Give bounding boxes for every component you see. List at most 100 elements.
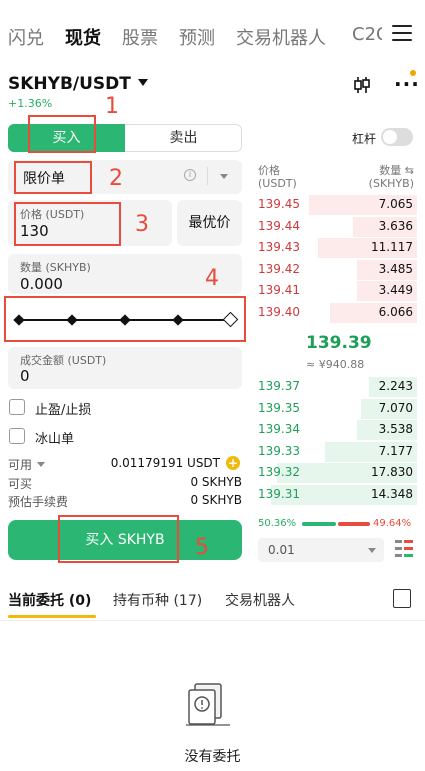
menu-icon[interactable]: [392, 25, 412, 43]
bid-qty: 3.538: [378, 422, 413, 437]
quantity-value[interactable]: 0.000: [20, 275, 63, 293]
deposit-plus-icon[interactable]: +: [226, 456, 240, 470]
candlestick-icon[interactable]: [352, 76, 372, 94]
bid-qty: 2.243: [378, 379, 413, 393]
bid-price: 139.31: [258, 487, 300, 501]
annotation-box-1: [28, 115, 96, 153]
leverage-label: 杠杆: [352, 132, 377, 146]
sell-side-tab[interactable]: 卖出: [125, 124, 242, 152]
can-buy-value: 0 SKHYB: [190, 475, 242, 489]
bid-qty: 14.348: [371, 487, 413, 501]
annotation-label-4: 4: [205, 266, 219, 291]
ask-row[interactable]: 139.43 11.117: [258, 238, 417, 259]
ask-qty: 3.636: [378, 218, 413, 233]
top-tab-bar: 闪兑 现货 股票 预测 交易机器人 C2C: [0, 0, 425, 70]
iceberg-checkbox[interactable]: [9, 428, 25, 444]
quantity-label: 数量 (SKHYB): [20, 261, 91, 274]
annotation-box-5: [58, 515, 179, 563]
iceberg-label: 冰山单: [35, 432, 75, 447]
bid-price: 139.32: [258, 465, 300, 480]
last-price-cny: ≈ ¥940.88: [306, 358, 365, 371]
bid-row[interactable]: 139.35 7.070: [258, 398, 417, 419]
tab-stocks[interactable]: 股票: [122, 24, 158, 50]
ask-price: 139.42: [258, 261, 300, 276]
annotation-box-4: [4, 296, 246, 342]
tab-prediction[interactable]: 预测: [179, 24, 215, 50]
bid-qty: 7.177: [378, 443, 413, 458]
bid-qty: 17.830: [371, 465, 413, 480]
can-buy-label: 可买: [8, 477, 33, 491]
tab-c2c[interactable]: C2C: [352, 24, 382, 45]
ask-price: 139.45: [258, 197, 300, 211]
precision-select[interactable]: 0.01: [258, 538, 384, 562]
annotation-label-2: 2: [109, 166, 123, 191]
bid-qty: 7.070: [378, 400, 413, 415]
ask-row[interactable]: 139.40 6.066: [258, 303, 417, 323]
fee-label: 预估手续费: [8, 495, 69, 509]
chevron-down-icon: [368, 548, 376, 553]
annotation-box-2: [14, 161, 92, 194]
ob-price-unit: (USDT): [258, 177, 297, 190]
available-selector[interactable]: 可用: [8, 456, 46, 473]
divider: [207, 167, 208, 185]
bid-row[interactable]: 139.33 7.177: [258, 441, 417, 462]
bid-row[interactable]: 139.37 2.243: [258, 377, 417, 397]
available-value: 0.01179191 USDT: [110, 456, 220, 470]
ask-qty: 3.485: [378, 261, 413, 276]
ask-price: 139.40: [258, 305, 300, 319]
ask-qty: 6.066: [378, 305, 413, 319]
total-label: 成交金额 (USDT): [20, 354, 107, 367]
tab-trading-bot[interactable]: 交易机器人: [236, 24, 326, 50]
tab-holdings[interactable]: 持有币种 (17): [113, 590, 202, 610]
best-price-button[interactable]: 最优价: [177, 200, 242, 246]
available-label: 可用: [8, 458, 33, 472]
orderbook-layout-icon[interactable]: [395, 539, 413, 559]
ask-price: 139.41: [258, 283, 300, 298]
chevron-down-icon[interactable]: [220, 174, 228, 179]
precision-value: 0.01: [268, 543, 295, 557]
ask-row[interactable]: 139.44 3.636: [258, 216, 417, 237]
bid-price: 139.33: [258, 443, 300, 458]
notification-dot: [410, 70, 416, 76]
ask-row[interactable]: 139.45 7.065: [258, 195, 417, 215]
bid-row[interactable]: 139.32 17.830: [258, 463, 417, 484]
pair-selector[interactable]: SKHYB/USDT: [8, 74, 148, 94]
chevron-down-icon: [137, 79, 148, 86]
annotation-label-1: 1: [105, 94, 119, 119]
tab-bot-orders[interactable]: 交易机器人: [225, 590, 295, 610]
ask-price: 139.44: [258, 218, 300, 233]
tab-flash-swap[interactable]: 闪兑: [8, 24, 44, 50]
ob-qty-unit: (SKHYB): [368, 177, 414, 190]
ask-qty: 3.449: [378, 283, 413, 298]
bid-price: 139.34: [258, 422, 300, 437]
price-change: +1.36%: [8, 97, 53, 110]
fee-value: 0 SKHYB: [190, 493, 242, 507]
ask-qty: 11.117: [371, 240, 413, 255]
total-value[interactable]: 0: [20, 367, 30, 385]
info-icon[interactable]: i: [184, 169, 196, 181]
ob-price-header: 价格: [258, 164, 280, 177]
annotation-label-5: 5: [195, 535, 209, 560]
ask-row[interactable]: 139.42 3.485: [258, 259, 417, 280]
tab-spot[interactable]: 现货: [65, 24, 101, 50]
leverage-switch[interactable]: [381, 128, 413, 146]
ask-price: 139.43: [258, 240, 300, 255]
bid-row[interactable]: 139.34 3.538: [258, 420, 417, 441]
ask-qty: 7.065: [378, 197, 413, 211]
divider: [0, 620, 425, 621]
annotation-box-3: [14, 202, 121, 246]
ob-qty-header[interactable]: 数量 ⇆: [350, 162, 414, 178]
last-price[interactable]: 139.39: [306, 333, 372, 353]
buy-ratio: 50.36%: [258, 518, 297, 529]
ask-row[interactable]: 139.41 3.449: [258, 281, 417, 302]
tp-sl-checkbox[interactable]: [9, 399, 25, 415]
bid-price: 139.35: [258, 400, 300, 415]
buy-ratio-bar: [302, 522, 336, 526]
order-history-icon[interactable]: [393, 589, 411, 608]
sell-ratio-bar: [338, 522, 370, 526]
tab-open-orders[interactable]: 当前委托 (0): [8, 590, 91, 610]
pair-symbol: SKHYB/USDT: [8, 74, 131, 94]
empty-orders-icon: [186, 683, 230, 726]
more-icon[interactable]: ···: [394, 72, 420, 96]
bid-row[interactable]: 139.31 14.348: [258, 485, 417, 505]
